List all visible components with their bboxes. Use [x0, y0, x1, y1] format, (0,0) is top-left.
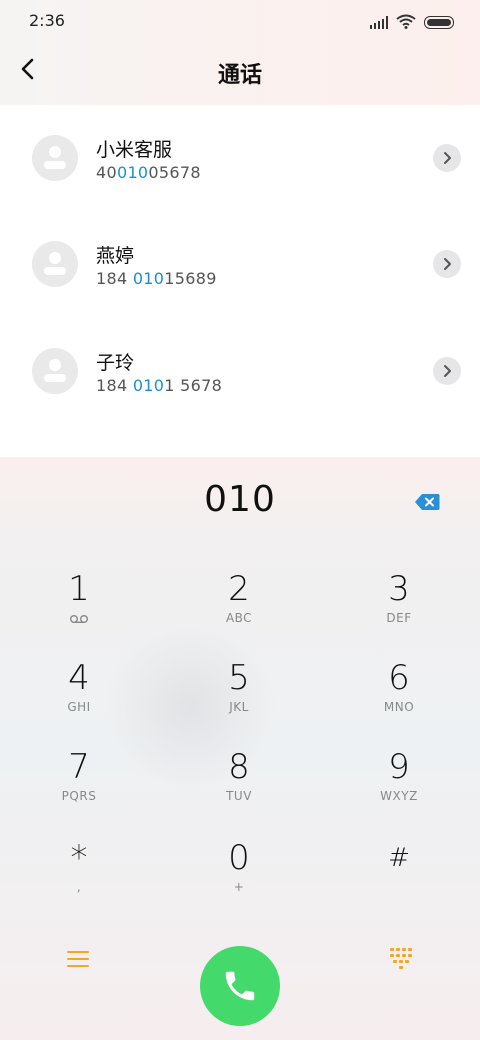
dialer-panel: 010 1 2 ABC 3 DEF 4 GHI 5 JKL 6 MNO 7 PQRS 8 TU…: [0, 457, 480, 1040]
call-button[interactable]: [200, 946, 280, 1026]
contact-row[interactable]: 燕婷 184 01015689: [0, 211, 480, 317]
header: 通话: [0, 42, 480, 104]
backspace-icon[interactable]: [414, 493, 440, 511]
contact-row[interactable]: 子玲 184 0101 5678: [0, 318, 480, 424]
contact-detail-button[interactable]: [433, 144, 461, 172]
contact-number: 184 0101 5678: [96, 376, 223, 395]
voicemail-icon: [70, 615, 88, 624]
contact-name: 子玲: [96, 352, 135, 374]
contact-detail-button[interactable]: [433, 250, 461, 278]
signal-icon: [370, 16, 388, 29]
key-0[interactable]: 0 +: [179, 838, 299, 918]
dialed-number: 010: [204, 479, 276, 520]
avatar: [32, 241, 78, 287]
contact-name: 燕婷: [96, 245, 135, 267]
key-star[interactable]: *,: [19, 838, 139, 918]
key-5[interactable]: 5 JKL: [179, 658, 299, 738]
status-icons: [370, 13, 454, 29]
chevron-right-icon: [444, 152, 451, 164]
key-7[interactable]: 7 PQRS: [19, 747, 139, 827]
contact-detail-button[interactable]: [433, 357, 461, 385]
avatar: [32, 135, 78, 181]
battery-icon: [424, 16, 454, 29]
phone-icon: [225, 971, 255, 1001]
page-title: 通话: [217, 63, 262, 88]
contact-number: 4001005678: [96, 163, 201, 182]
status-bar: 2:36: [0, 0, 480, 42]
key-2[interactable]: 2 ABC: [179, 569, 299, 649]
avatar: [32, 348, 78, 394]
key-4[interactable]: 4 GHI: [19, 658, 139, 738]
menu-icon[interactable]: [66, 949, 90, 969]
key-6[interactable]: 6 MNO: [339, 658, 459, 738]
chevron-right-icon: [444, 365, 451, 377]
key-8[interactable]: 8 TUV: [179, 747, 299, 827]
wifi-icon: [396, 14, 416, 29]
key-1[interactable]: 1: [19, 569, 139, 649]
dialpad-icon[interactable]: [389, 947, 413, 971]
contact-number: 184 01015689: [96, 269, 217, 288]
contact-row[interactable]: 小米客服 4001005678: [0, 105, 480, 211]
status-time: 2:36: [29, 11, 65, 30]
key-3[interactable]: 3 DEF: [339, 569, 459, 649]
key-hash[interactable]: #: [339, 838, 459, 918]
chevron-right-icon: [444, 258, 451, 270]
contact-name: 小米客服: [96, 139, 173, 161]
contact-list: 小米客服 4001005678 燕婷 184 01015689 子玲 184 0…: [0, 105, 480, 457]
key-9[interactable]: 9 WXYZ: [339, 747, 459, 827]
